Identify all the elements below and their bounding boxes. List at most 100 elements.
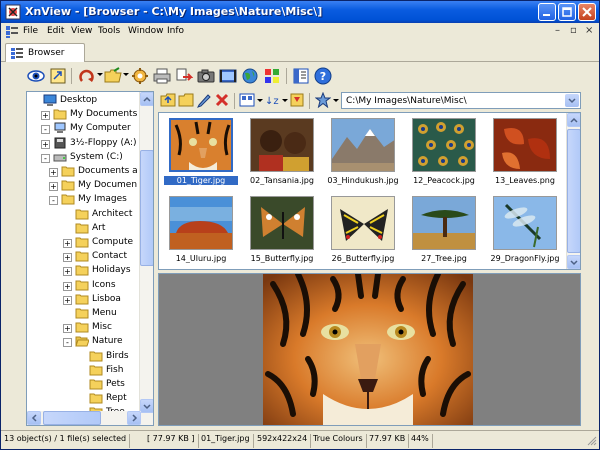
open-folder-icon[interactable] — [104, 67, 122, 85]
thumbs-scroll-thumb[interactable] — [567, 129, 580, 253]
help-icon[interactable]: ? — [314, 67, 332, 85]
thumbnail-caption: 27_Tree.jpg — [421, 254, 467, 263]
tree-expander[interactable]: + — [63, 267, 72, 277]
menu-view[interactable]: View — [71, 26, 92, 36]
slideshow-icon[interactable] — [219, 67, 237, 85]
tree-item-label: Documents a — [78, 166, 138, 176]
path-combobox[interactable]: C:\My Images\Nature\Misc\ — [341, 92, 581, 109]
thumbnail-item[interactable]: 15_Butterfly.jpg — [245, 194, 319, 269]
rename-icon[interactable] — [196, 92, 212, 108]
thumbs-vertical-scrollbar[interactable] — [566, 113, 580, 269]
thumbnail-item[interactable]: 26_Butterfly.jpg — [326, 194, 400, 269]
image-preview-pane[interactable] — [158, 273, 581, 426]
tree-item[interactable]: - My Computer — [41, 122, 153, 136]
path-dropdown-button[interactable] — [565, 94, 579, 107]
eye-icon[interactable] — [27, 67, 45, 85]
web-icon[interactable] — [241, 67, 259, 85]
thumbnail-item[interactable]: 14_Uluru.jpg — [164, 194, 238, 269]
tree-item[interactable]: - System (C:) — [41, 151, 153, 165]
print-icon[interactable] — [153, 67, 171, 85]
thumbnail-item[interactable]: 02_Tansania.jpg — [245, 116, 319, 192]
status-zoom: 44% — [411, 434, 433, 448]
rotate-icon[interactable] — [78, 67, 96, 85]
thumbnail-item[interactable]: 03_Hindukush.jpg — [326, 116, 400, 192]
folder-tree[interactable]: TreeReptPetsFishBirds-Nature+MiscMenu+Li… — [26, 91, 154, 426]
tree-scroll-thumb[interactable] — [140, 150, 153, 266]
thumbnail-item[interactable]: 12_Peacock.jpg — [407, 116, 481, 192]
settings-icon[interactable] — [131, 67, 149, 85]
status-selection: 13 object(s) / 1 file(s) selected — [4, 434, 131, 448]
filter-icon[interactable] — [289, 92, 305, 108]
tree-expander[interactable]: + — [49, 168, 58, 177]
convert-icon[interactable] — [175, 67, 193, 85]
delete-icon[interactable] — [214, 92, 230, 108]
menu-window[interactable]: Window — [128, 26, 164, 36]
mdi-close-button[interactable]: × — [585, 25, 593, 36]
favorites-star-icon[interactable] — [315, 92, 331, 108]
menu-file[interactable]: File — [23, 26, 38, 36]
view-mode-dropdown-arrow[interactable] — [257, 99, 263, 102]
favorites-dropdown-arrow[interactable] — [333, 99, 339, 102]
path-input[interactable]: C:\My Images\Nature\Misc\ — [346, 96, 467, 106]
palette-icon[interactable] — [263, 67, 281, 85]
tree-expander[interactable]: + — [63, 295, 72, 305]
scroll-down-button[interactable] — [140, 399, 153, 413]
menu-tools[interactable]: Tools — [98, 26, 120, 36]
folder-icon — [75, 223, 89, 234]
tree-item[interactable]: +3½-Floppy (A:) — [41, 137, 153, 151]
tree-expander[interactable]: + — [41, 111, 50, 121]
sort-dropdown-arrow[interactable] — [282, 99, 288, 102]
menu-edit[interactable]: Edit — [47, 26, 64, 36]
rotate-dropdown-arrow[interactable] — [97, 73, 103, 76]
tree-expander[interactable]: - — [41, 125, 50, 135]
camera-icon[interactable] — [197, 67, 215, 85]
tree-expander[interactable]: + — [63, 324, 72, 334]
tree-expander[interactable]: - — [41, 153, 50, 163]
mdi-restore-button[interactable]: ▫ — [570, 25, 577, 36]
thumbs-scroll-down-button[interactable] — [567, 255, 580, 269]
thumbs-scroll-up-button[interactable] — [567, 113, 580, 127]
tree-expander[interactable]: + — [63, 239, 72, 248]
open-dropdown-arrow[interactable] — [123, 73, 129, 76]
tree-expander[interactable]: + — [49, 182, 58, 192]
thumbnail-item[interactable]: 27_Tree.jpg — [407, 194, 481, 269]
tree-expander[interactable]: + — [63, 281, 72, 291]
title-bar[interactable]: XnView - [Browser - C:\My Images\Nature\… — [1, 1, 599, 23]
minimize-button[interactable] — [538, 3, 556, 21]
menu-info[interactable]: Info — [167, 26, 184, 36]
tree-expander[interactable]: + — [41, 139, 50, 149]
thumbnail-item[interactable]: 01_Tiger.jpg — [164, 116, 238, 192]
scroll-right-button[interactable] — [127, 411, 141, 425]
tree-expander[interactable]: + — [63, 253, 72, 263]
tree-hscroll-thumb[interactable] — [43, 411, 101, 425]
tree-item[interactable]: Desktop — [31, 94, 153, 108]
thumbnail-grid[interactable]: 29_DragonFly.jpg 27_Tree.jpg 26_Butterfly.… — [158, 112, 581, 270]
tree-item[interactable]: + My Documents — [41, 108, 153, 122]
tiger-preview-image — [263, 274, 473, 425]
new-folder-icon[interactable] — [178, 92, 194, 108]
thumbnail-item[interactable]: 13_Leaves.png — [488, 116, 562, 192]
sort-icon[interactable]: ↓z — [264, 92, 280, 108]
scroll-left-button[interactable] — [27, 411, 41, 425]
thumbnail-item[interactable]: 29_DragonFly.jpg — [488, 194, 562, 269]
folder-icon — [75, 237, 89, 248]
browser-doc-icon[interactable] — [5, 25, 19, 39]
list-icon[interactable] — [292, 67, 310, 85]
tree-vertical-scrollbar[interactable] — [139, 92, 153, 425]
folder-icon — [75, 294, 89, 305]
mdi-minimize-button[interactable]: – — [555, 25, 560, 36]
tree-expander[interactable]: - — [49, 196, 58, 206]
view-mode-icon[interactable] — [239, 92, 255, 108]
scroll-up-button[interactable] — [140, 92, 153, 106]
uluru-thumbnail-picture — [170, 197, 232, 249]
chevron-right-icon — [132, 414, 138, 422]
folder-up-icon[interactable] — [160, 92, 176, 108]
tree-expander[interactable]: - — [63, 338, 72, 348]
close-button[interactable] — [578, 3, 596, 21]
tab-browser[interactable]: Browser — [5, 43, 85, 62]
resize-grip-icon[interactable] — [587, 436, 597, 446]
tree-horizontal-scrollbar[interactable] — [27, 411, 141, 425]
maximize-button[interactable] — [558, 3, 576, 21]
drive-icon — [53, 154, 67, 162]
fullscreen-icon[interactable] — [49, 67, 67, 85]
